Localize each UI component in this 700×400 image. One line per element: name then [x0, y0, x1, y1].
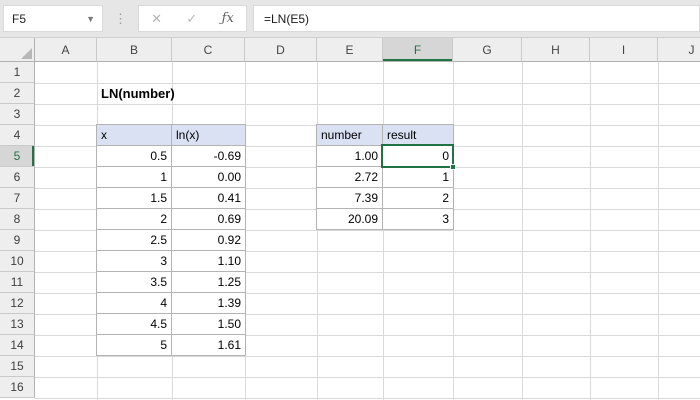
select-all-triangle-icon — [21, 48, 32, 59]
cell[interactable]: 2.72 — [316, 166, 383, 188]
table-row: 1 0.00 — [96, 166, 246, 188]
row-header-9[interactable]: 9 — [0, 230, 35, 251]
column-header-C[interactable]: C — [172, 38, 245, 62]
formula-input[interactable]: =LN(E5) — [253, 5, 700, 32]
spreadsheet-app: F5 ▼ ⋮ ✕ ✓ ƒx =LN(E5) ABCDEFGHIJ 1234567… — [0, 0, 700, 400]
name-box[interactable]: F5 ▼ — [3, 5, 103, 32]
cell[interactable]: 1.61 — [171, 334, 246, 356]
table-row: 4.5 1.50 — [96, 313, 246, 335]
cell[interactable]: 1 — [382, 166, 454, 188]
row-header-8[interactable]: 8 — [0, 209, 35, 230]
cell[interactable]: 0.5 — [96, 145, 172, 167]
insert-function-icon[interactable]: ƒx — [222, 12, 234, 25]
cell[interactable]: 3 — [382, 208, 454, 230]
gridline-horizontal — [35, 377, 700, 378]
table-header-cell[interactable]: ln(x) — [171, 124, 246, 146]
cell[interactable]: 3 — [96, 250, 172, 272]
sheet-title: LN(number) — [101, 86, 175, 101]
table-header-cell[interactable]: x — [96, 124, 172, 146]
gridline-vertical — [453, 62, 454, 400]
cell[interactable]: 5 — [96, 334, 172, 356]
fill-handle[interactable] — [450, 164, 456, 170]
table-row: 2 0.69 — [96, 208, 246, 230]
table-header-cell[interactable]: result — [382, 124, 454, 146]
gridline-horizontal — [35, 104, 700, 105]
row-header-14[interactable]: 14 — [0, 335, 35, 356]
table-row: 5 1.61 — [96, 334, 246, 356]
cell[interactable]: 0.41 — [171, 187, 246, 209]
row-header-11[interactable]: 11 — [0, 272, 35, 293]
table-row: 2.72 1 — [316, 166, 454, 188]
table-header-cell[interactable]: number — [316, 124, 383, 146]
example-table: number result 1.00 0 2.72 1 7.39 2 20.09 3 — [316, 124, 454, 230]
cell[interactable]: 1.10 — [171, 250, 246, 272]
table-row: 1.5 0.41 — [96, 187, 246, 209]
column-header-B[interactable]: B — [97, 38, 172, 62]
column-header-D[interactable]: D — [245, 38, 317, 62]
row-header-4[interactable]: 4 — [0, 125, 35, 146]
table-row: 3.5 1.25 — [96, 271, 246, 293]
row-header-15[interactable]: 15 — [0, 356, 35, 377]
column-header-J[interactable]: J — [658, 38, 700, 62]
row-header-10[interactable]: 10 — [0, 251, 35, 272]
cell[interactable]: 7.39 — [316, 187, 383, 209]
cell[interactable]: 1.50 — [171, 313, 246, 335]
row-header-2[interactable]: 2 — [0, 83, 35, 104]
row-header-13[interactable]: 13 — [0, 314, 35, 335]
formula-buttons: ✕ ✓ ƒx — [138, 5, 247, 32]
cell[interactable]: 2 — [382, 187, 454, 209]
column-header-I[interactable]: I — [590, 38, 658, 62]
gridline-vertical — [590, 62, 591, 400]
ln-table: x ln(x) 0.5 -0.69 1 0.00 1.5 0.41 2 0.69 2.5 0.92 3 1… — [96, 124, 246, 356]
gridline-vertical — [522, 62, 523, 400]
column-header-H[interactable]: H — [522, 38, 590, 62]
formula-bar-strip: F5 ▼ ⋮ ✕ ✓ ƒx =LN(E5) — [0, 0, 700, 38]
gridline-vertical — [383, 62, 384, 400]
row-header-3[interactable]: 3 — [0, 104, 35, 125]
grip-dots-icon: ⋮ — [114, 10, 127, 26]
table-row: 3 1.10 — [96, 250, 246, 272]
cell[interactable]: -0.69 — [171, 145, 246, 167]
cell[interactable]: 1.39 — [171, 292, 246, 314]
cell[interactable]: 4 — [96, 292, 172, 314]
gridline-horizontal — [35, 356, 700, 357]
enter-icon[interactable]: ✓ — [186, 12, 197, 25]
cell[interactable]: 2 — [96, 208, 172, 230]
table-row: 20.09 3 — [316, 208, 454, 230]
column-header-E[interactable]: E — [317, 38, 383, 62]
row-header-7[interactable]: 7 — [0, 188, 35, 209]
cell[interactable]: 1.5 — [96, 187, 172, 209]
cell[interactable]: 20.09 — [316, 208, 383, 230]
cell[interactable]: 4.5 — [96, 313, 172, 335]
column-header-A[interactable]: A — [35, 38, 97, 62]
table-row: 4 1.39 — [96, 292, 246, 314]
row-header-5[interactable]: 5 — [0, 146, 35, 167]
cell[interactable]: 0.69 — [171, 208, 246, 230]
row-header-6[interactable]: 6 — [0, 167, 35, 188]
cell[interactable]: 1.25 — [171, 271, 246, 293]
column-header-G[interactable]: G — [453, 38, 522, 62]
cell[interactable]: 1 — [96, 166, 172, 188]
column-header-F[interactable]: F — [383, 38, 453, 62]
gridline-vertical — [658, 62, 659, 400]
table-row: 7.39 2 — [316, 187, 454, 209]
gridline-vertical — [317, 62, 318, 400]
cell[interactable]: 2.5 — [96, 229, 172, 251]
selected-cell-outline[interactable] — [381, 144, 456, 170]
cell[interactable]: 0.00 — [171, 166, 246, 188]
table-row: 2.5 0.92 — [96, 229, 246, 251]
gridline-horizontal — [35, 398, 700, 399]
cancel-icon[interactable]: ✕ — [151, 12, 162, 25]
cell[interactable]: 1.00 — [316, 145, 383, 167]
cell[interactable]: 0.92 — [171, 229, 246, 251]
name-box-value: F5 — [12, 11, 27, 26]
select-all-corner[interactable] — [0, 38, 35, 62]
row-header-12[interactable]: 12 — [0, 293, 35, 314]
row-header-1[interactable]: 1 — [0, 62, 35, 83]
table-row: 0.5 -0.69 — [96, 145, 246, 167]
chevron-down-icon[interactable]: ▼ — [86, 14, 102, 24]
cell[interactable]: 3.5 — [96, 271, 172, 293]
row-header-16[interactable]: 16 — [0, 377, 35, 398]
